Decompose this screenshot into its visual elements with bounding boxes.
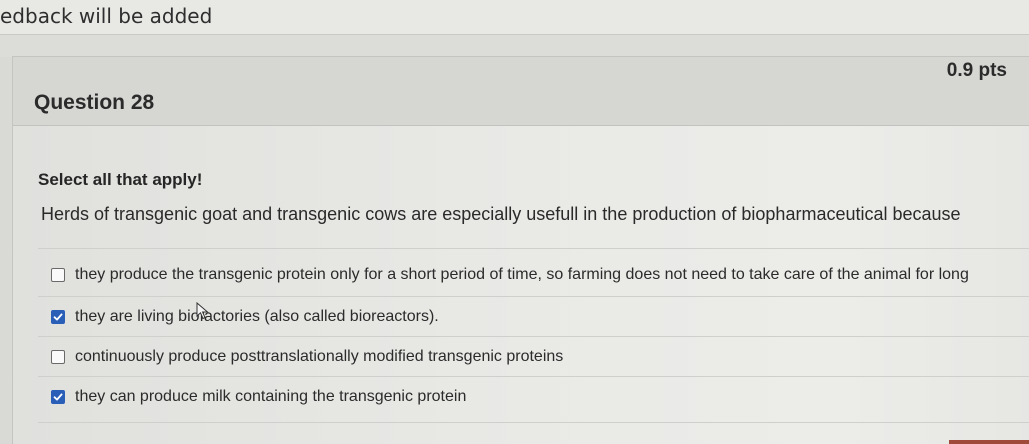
divider	[38, 296, 1029, 297]
checkbox-checked[interactable]	[51, 310, 65, 324]
answer-label: continuously produce posttranslationally…	[75, 348, 564, 365]
feedback-text: edback will be added	[0, 4, 213, 28]
question-gap	[0, 35, 1029, 57]
divider	[38, 422, 1029, 423]
question-card: Question 28 0.9 pts Select all that appl…	[12, 56, 1029, 444]
quiz-page: edback will be added Question 28 0.9 pts…	[0, 0, 1029, 444]
answer-label: they produce the transgenic protein only…	[75, 266, 969, 283]
accent-bar	[949, 440, 1029, 444]
question-body: Select all that apply! Herds of transgen…	[13, 126, 1029, 444]
answer-option-3[interactable]: continuously produce posttranslationally…	[51, 348, 563, 366]
answer-label: they can produce milk containing the tra…	[75, 388, 467, 405]
answer-option-2[interactable]: they are living biofactories (also calle…	[51, 308, 439, 326]
question-instruction: Select all that apply!	[38, 170, 203, 189]
answer-label: they are living biofactories (also calle…	[75, 308, 439, 325]
mouse-pointer-icon	[196, 302, 209, 320]
checkmark-icon	[53, 313, 63, 321]
divider	[38, 376, 1029, 377]
checkbox-checked[interactable]	[51, 390, 65, 404]
checkbox-unchecked[interactable]	[51, 268, 65, 282]
question-title: Question 28	[34, 91, 155, 114]
checkbox-unchecked[interactable]	[51, 350, 65, 364]
question-header: Question 28 0.9 pts	[13, 57, 1029, 126]
question-points: 0.9 pts	[946, 60, 1007, 81]
previous-question-footer: edback will be added	[0, 0, 1029, 35]
answer-option-1[interactable]: they produce the transgenic protein only…	[51, 266, 969, 284]
answer-option-4[interactable]: they can produce milk containing the tra…	[51, 388, 466, 406]
checkmark-icon	[53, 393, 63, 401]
question-prompt: Herds of transgenic goat and transgenic …	[41, 204, 961, 224]
divider	[38, 336, 1029, 337]
divider	[38, 248, 1029, 249]
